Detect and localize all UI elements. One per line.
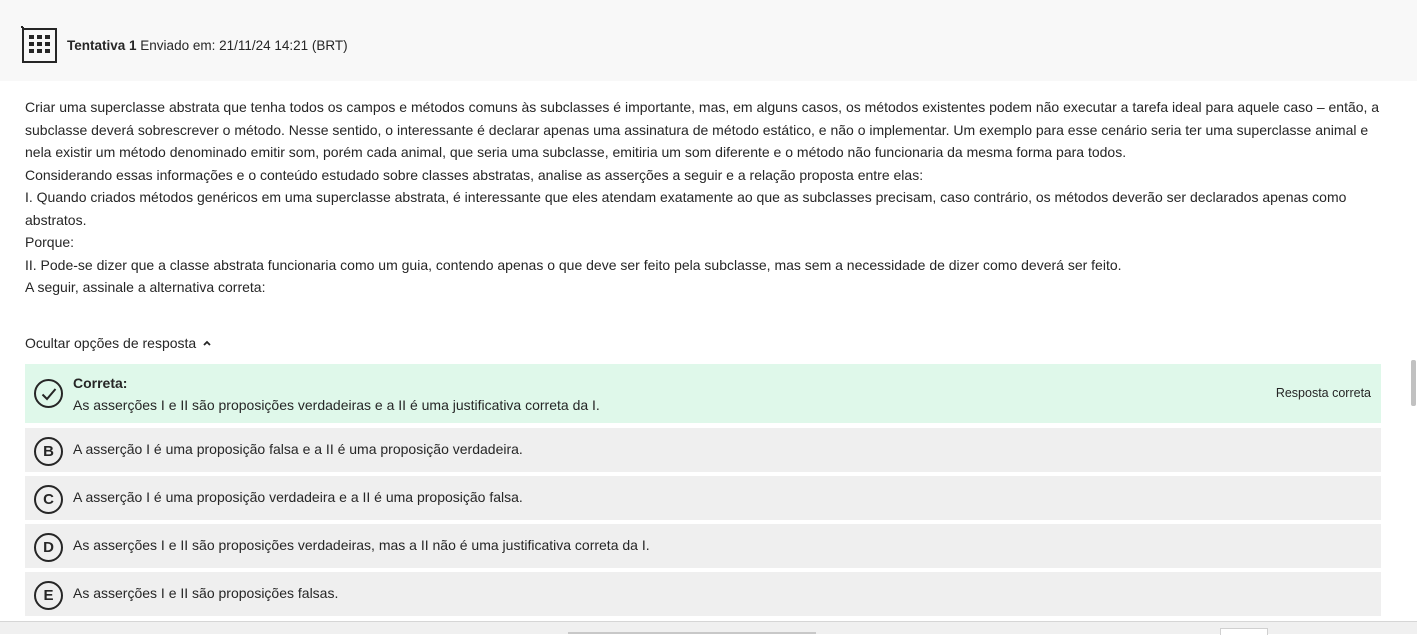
answer-option-correct[interactable]: Correta: As asserções I e II são proposi… bbox=[25, 364, 1381, 423]
letter-badge: C bbox=[34, 485, 63, 514]
hide-options-toggle[interactable]: Ocultar opções de resposta bbox=[25, 335, 212, 351]
answer-option-e[interactable]: E As asserções I e II são proposições fa… bbox=[25, 572, 1381, 616]
question-paragraph: I. Quando criados métodos genéricos em u… bbox=[25, 189, 1347, 228]
letter-badge: E bbox=[34, 581, 63, 610]
question-paragraph: A seguir, assinale a alternativa correta… bbox=[25, 279, 266, 295]
question-paragraph: Considerando essas informações e o conte… bbox=[25, 166, 924, 183]
answer-option-d[interactable]: D As asserções I e II são proposições ve… bbox=[25, 524, 1381, 568]
chevron-up-icon bbox=[203, 340, 211, 346]
answer-text: A asserção I é uma proposição falsa e a … bbox=[73, 441, 523, 457]
bottom-toolbar bbox=[0, 621, 1417, 635]
answer-option-c[interactable]: C A asserção I é uma proposição verdadei… bbox=[25, 476, 1381, 520]
letter-badge: B bbox=[34, 437, 63, 466]
attempt-label: Tentativa 1 bbox=[67, 38, 137, 53]
correct-answer-tag: Resposta correta bbox=[1275, 386, 1371, 400]
question-paragraph: II. Pode-se dizer que a classe abstrata … bbox=[25, 256, 1122, 273]
answer-text: A asserção I é uma proposição verdadeira… bbox=[73, 489, 523, 505]
answer-option-b[interactable]: B A asserção I é uma proposição falsa e … bbox=[25, 428, 1381, 472]
letter-badge: D bbox=[34, 533, 63, 562]
answer-options: Correta: As asserções I e II são proposi… bbox=[25, 364, 1381, 620]
bottom-tab[interactable] bbox=[1220, 628, 1268, 635]
horizontal-scrollbar[interactable] bbox=[568, 632, 816, 634]
attempt-info: Tentativa 1 Enviado em: 21/11/24 14:21 (… bbox=[67, 38, 348, 53]
question-text: Criar uma superclasse abstrata que tenha… bbox=[25, 96, 1385, 299]
answer-text: As asserções I e II são proposições verd… bbox=[73, 397, 600, 413]
answer-text: As asserções I e II são proposições fals… bbox=[73, 585, 339, 601]
check-circle-icon bbox=[34, 379, 63, 408]
toggle-label: Ocultar opções de resposta bbox=[25, 335, 197, 351]
correct-label: Correta: bbox=[73, 375, 128, 391]
question-paragraph: Criar uma superclasse abstrata que tenha… bbox=[25, 99, 1380, 160]
answer-text: As asserções I e II são proposições verd… bbox=[73, 537, 650, 553]
scrollbar-thumb[interactable] bbox=[1411, 360, 1416, 406]
attempt-header: Tentativa 1 Enviado em: 21/11/24 14:21 (… bbox=[0, 0, 1417, 81]
document-grid-icon bbox=[21, 26, 57, 63]
submitted-date: Enviado em: 21/11/24 14:21 (BRT) bbox=[140, 38, 348, 53]
question-paragraph: Porque: bbox=[25, 234, 75, 250]
